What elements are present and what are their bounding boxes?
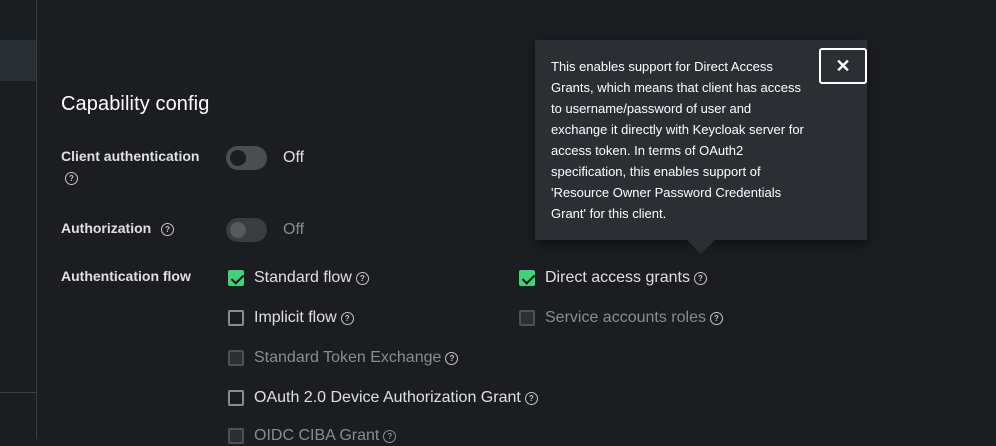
token-exchange-checkbox xyxy=(228,350,244,366)
help-icon[interactable]: ? xyxy=(693,271,707,285)
implicit-flow-label: Implicit flow xyxy=(254,309,337,326)
authorization-label-text: Authorization xyxy=(61,220,152,236)
section-title: Capability config xyxy=(61,93,210,115)
token-exchange-option: Standard Token Exchange ? xyxy=(228,348,459,368)
popover-arrow xyxy=(687,240,715,254)
device-grant-checkbox[interactable] xyxy=(228,390,244,406)
service-accounts-option: Service accounts roles ? xyxy=(519,308,723,328)
client-auth-toggle[interactable] xyxy=(226,146,267,170)
popover-text: This enables support for Direct Access G… xyxy=(551,59,804,221)
close-button[interactable]: ✕ xyxy=(819,48,867,84)
ciba-checkbox xyxy=(228,428,244,444)
direct-access-label: Direct access grants xyxy=(545,269,690,286)
service-accounts-label: Service accounts roles xyxy=(545,309,706,326)
help-icon[interactable]: ? xyxy=(340,311,354,325)
help-icon[interactable]: ? xyxy=(355,271,369,285)
help-icon[interactable]: ? xyxy=(383,429,397,443)
service-accounts-checkbox xyxy=(519,310,535,326)
standard-flow-checkbox[interactable] xyxy=(228,270,244,286)
token-exchange-label: Standard Token Exchange xyxy=(254,349,442,366)
ciba-label: OIDC CIBA Grant xyxy=(254,427,380,444)
auth-flow-label: Authentication flow xyxy=(61,268,191,284)
sidebar xyxy=(0,0,37,439)
help-icon[interactable]: ? xyxy=(524,391,538,405)
authorization-toggle[interactable] xyxy=(226,218,267,242)
sidebar-active-item[interactable] xyxy=(0,40,36,81)
toggle-knob xyxy=(230,150,246,166)
help-icon[interactable]: ? xyxy=(445,351,459,365)
authorization-label: Authorization ? xyxy=(61,220,175,236)
direct-access-option[interactable]: Direct access grants ? xyxy=(519,268,707,288)
client-auth-label: Client authentication ? xyxy=(61,148,211,185)
client-auth-state: Off xyxy=(283,149,305,166)
standard-flow-option[interactable]: Standard flow ? xyxy=(228,268,369,288)
help-popover: This enables support for Direct Access G… xyxy=(535,40,867,254)
close-icon: ✕ xyxy=(835,55,851,76)
client-auth-label-text: Client authentication xyxy=(61,148,200,164)
authorization-state: Off xyxy=(283,221,305,238)
direct-access-checkbox[interactable] xyxy=(519,270,535,286)
standard-flow-label: Standard flow xyxy=(254,269,352,286)
help-icon[interactable]: ? xyxy=(161,222,175,236)
implicit-flow-option[interactable]: Implicit flow ? xyxy=(228,308,354,328)
device-grant-option[interactable]: OAuth 2.0 Device Authorization Grant ? xyxy=(228,388,538,408)
ciba-option: OIDC CIBA Grant ? xyxy=(228,426,397,446)
implicit-flow-checkbox[interactable] xyxy=(228,310,244,326)
help-icon[interactable]: ? xyxy=(65,172,78,185)
help-icon[interactable]: ? xyxy=(709,311,723,325)
toggle-knob xyxy=(230,222,246,238)
device-grant-label: OAuth 2.0 Device Authorization Grant xyxy=(254,389,521,406)
sidebar-divider xyxy=(0,392,36,393)
